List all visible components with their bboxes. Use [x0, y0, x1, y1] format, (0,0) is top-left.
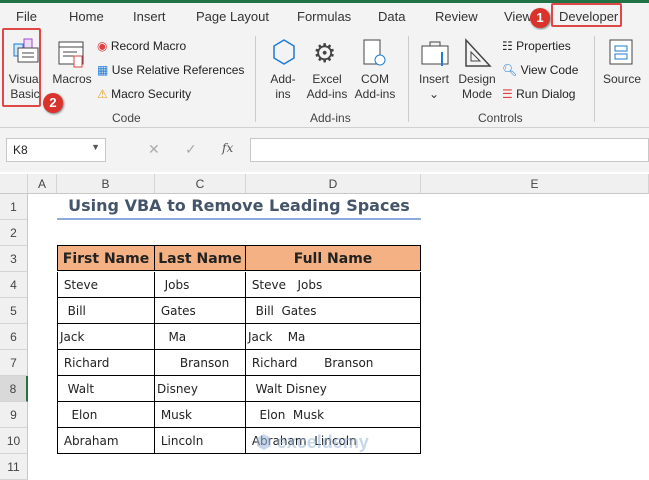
- table-cell[interactable]: Elon Musk: [246, 402, 421, 428]
- column-header-b[interactable]: B: [57, 174, 155, 194]
- header-cell[interactable]: Full Name: [246, 245, 421, 271]
- column-header-d[interactable]: D: [246, 174, 421, 194]
- row-header-5[interactable]: 5: [0, 298, 28, 324]
- table-cell[interactable]: Walt: [57, 376, 155, 402]
- column-header-e[interactable]: E: [421, 174, 649, 194]
- table-cell[interactable]: Bill: [57, 298, 155, 324]
- controls-group-label: Controls: [478, 111, 523, 125]
- formula-bar: K8 ▼ ✕ ✓ fx: [0, 128, 649, 172]
- step-badge-1: 1: [530, 8, 550, 28]
- com-addins-button[interactable]: COM Add-ins: [352, 72, 398, 102]
- column-header-c[interactable]: C: [155, 174, 246, 194]
- row-header-6[interactable]: 6: [0, 324, 28, 350]
- name-box[interactable]: K8 ▼: [6, 138, 106, 162]
- macros-icon: [57, 40, 87, 70]
- select-all-corner[interactable]: [0, 174, 28, 194]
- column-header-a[interactable]: A: [28, 174, 57, 194]
- row-header-7[interactable]: 7: [0, 350, 28, 376]
- tab-data[interactable]: Data: [378, 9, 405, 24]
- macros-button[interactable]: Macros: [51, 72, 93, 87]
- table-cell[interactable]: Walt Disney: [246, 376, 421, 402]
- com-addins-icon: [362, 38, 388, 68]
- source-icon: [608, 38, 634, 68]
- tab-review[interactable]: Review: [435, 9, 478, 24]
- row-header-9[interactable]: 9: [0, 402, 28, 428]
- row-header-3[interactable]: 3: [0, 246, 28, 272]
- tab-formulas[interactable]: Formulas: [297, 9, 351, 24]
- table-cell[interactable]: Abraham: [57, 428, 155, 454]
- divider: [594, 36, 595, 122]
- properties-button[interactable]: ☷ Properties: [502, 39, 592, 53]
- row-header-11[interactable]: 11: [0, 454, 28, 480]
- tab-page-layout[interactable]: Page Layout: [196, 9, 269, 24]
- macro-security-button[interactable]: ⚠ Macro Security: [97, 87, 257, 103]
- tab-home[interactable]: Home: [69, 9, 104, 24]
- table-cell[interactable]: Jack: [57, 324, 155, 350]
- divider: [408, 36, 409, 122]
- record-macro-button[interactable]: ◉ Record Macro: [97, 39, 257, 55]
- header-cell[interactable]: First Name: [57, 245, 155, 271]
- exceldemy-watermark: ⬢ exceldemy: [256, 432, 369, 452]
- row-header-1[interactable]: 1: [0, 194, 28, 220]
- addins-icon: [268, 38, 298, 68]
- tab-insert[interactable]: Insert: [133, 9, 166, 24]
- table-cell[interactable]: Richard: [57, 350, 155, 376]
- formula-input[interactable]: [250, 138, 649, 162]
- visual-basic-highlight: [2, 28, 41, 107]
- row-header-2[interactable]: 2: [0, 220, 28, 246]
- dropdown-arrow-icon[interactable]: ▼: [91, 142, 100, 152]
- developer-highlight: [551, 3, 622, 27]
- row-header-10[interactable]: 10: [0, 428, 28, 454]
- chevron-down-icon: ⌄: [428, 87, 440, 101]
- excel-addins-button[interactable]: Excel Add-ins: [302, 72, 352, 102]
- table-cell[interactable]: Branson: [155, 350, 246, 376]
- addins-button[interactable]: Add-ins: [264, 72, 302, 102]
- row-header-4[interactable]: 4: [0, 272, 28, 298]
- table-cell[interactable]: Richard Branson: [246, 350, 421, 376]
- addins-group-label: Add-ins: [310, 111, 351, 125]
- step-badge-2: 2: [43, 93, 63, 113]
- table-cell[interactable]: Musk: [155, 402, 246, 428]
- table-cell[interactable]: Lincoln: [155, 428, 246, 454]
- gear-icon: ⚙: [313, 38, 337, 68]
- source-button[interactable]: Source: [601, 72, 643, 87]
- view-code-button[interactable]: 🔍︎ View Code: [502, 63, 592, 77]
- design-mode-button[interactable]: Design Mode: [456, 72, 498, 102]
- table-cell[interactable]: Steve Jobs: [246, 272, 421, 298]
- record-macro-icon: ◉: [97, 39, 108, 53]
- tab-file[interactable]: File: [16, 9, 37, 24]
- header-cell[interactable]: Last Name: [155, 245, 246, 271]
- table-grid-icon: ▦: [97, 63, 109, 77]
- enter-check-icon[interactable]: ✓: [185, 141, 197, 158]
- design-mode-icon: [462, 38, 492, 68]
- toolbox-icon: [420, 40, 450, 68]
- table-cell[interactable]: Bill Gates: [246, 298, 421, 324]
- insert-control-button[interactable]: Insert ⌄: [414, 72, 454, 102]
- cancel-icon[interactable]: ✕: [148, 141, 160, 158]
- ribbon: Visual Basic Macros ◉ Record Macro ▦ Use…: [0, 30, 649, 128]
- use-relative-references-button[interactable]: ▦ Use Relative References: [97, 63, 257, 79]
- table-cell[interactable]: Jack Ma: [246, 324, 421, 350]
- table-cell[interactable]: Steve: [57, 272, 155, 298]
- table-cell[interactable]: Disney: [155, 376, 246, 402]
- view-code-icon: 🔍︎: [502, 63, 518, 77]
- row-header-8[interactable]: 8: [0, 376, 28, 402]
- run-dialog-button[interactable]: ☰ Run Dialog: [502, 87, 592, 101]
- table-cell[interactable]: Ma: [155, 324, 246, 350]
- properties-icon: ☷: [502, 39, 513, 53]
- table-cell[interactable]: Elon: [57, 402, 155, 428]
- warning-icon: ⚠: [97, 87, 108, 101]
- run-dialog-icon: ☰: [502, 87, 513, 101]
- divider: [255, 36, 256, 122]
- code-group-label: Code: [112, 111, 141, 125]
- insert-function-icon[interactable]: fx: [222, 141, 233, 155]
- sheet-title: Using VBA to Remove Leading Spaces: [57, 194, 421, 220]
- table-cell[interactable]: Jobs: [155, 272, 246, 298]
- tab-view[interactable]: View: [504, 9, 532, 24]
- table-cell[interactable]: Gates: [155, 298, 246, 324]
